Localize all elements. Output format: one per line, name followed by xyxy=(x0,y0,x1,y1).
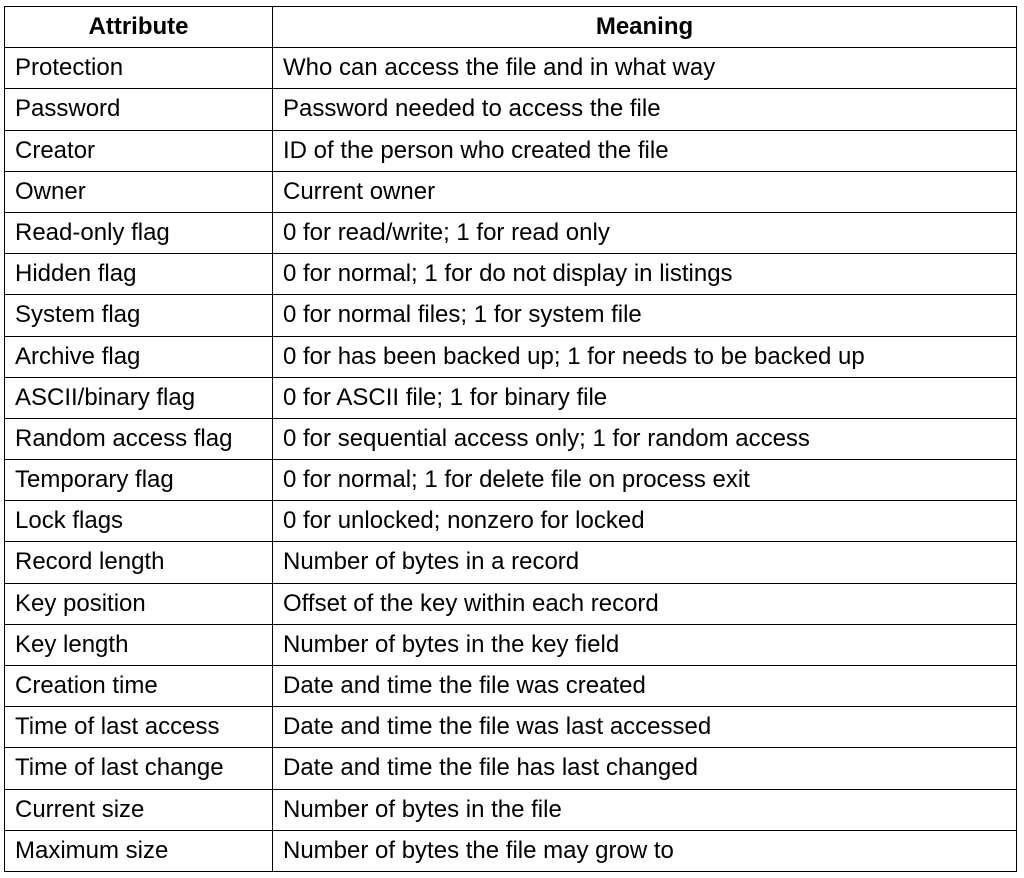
cell-meaning: Number of bytes in the key field xyxy=(273,624,1017,665)
cell-meaning: 0 for read/write; 1 for read only xyxy=(273,212,1017,253)
column-header-meaning: Meaning xyxy=(273,7,1017,48)
cell-attribute: Owner xyxy=(5,171,273,212)
cell-meaning: 0 for has been backed up; 1 for needs to… xyxy=(273,336,1017,377)
cell-meaning: 0 for normal; 1 for do not display in li… xyxy=(273,254,1017,295)
cell-attribute: Time of last change xyxy=(5,748,273,789)
table-row: Random access flag 0 for sequential acce… xyxy=(5,418,1017,459)
table-row: Key length Number of bytes in the key fi… xyxy=(5,624,1017,665)
table-row: Owner Current owner xyxy=(5,171,1017,212)
table-row: System flag 0 for normal files; 1 for sy… xyxy=(5,295,1017,336)
cell-meaning: Who can access the file and in what way xyxy=(273,48,1017,89)
cell-attribute: Random access flag xyxy=(5,418,273,459)
cell-attribute: Protection xyxy=(5,48,273,89)
table-row: Maximum size Number of bytes the file ma… xyxy=(5,830,1017,871)
table-row: Archive flag 0 for has been backed up; 1… xyxy=(5,336,1017,377)
table-row: Read-only flag 0 for read/write; 1 for r… xyxy=(5,212,1017,253)
table-row: Time of last change Date and time the fi… xyxy=(5,748,1017,789)
page-content: Attribute Meaning Protection Who can acc… xyxy=(0,0,1024,878)
cell-meaning: Number of bytes in the file xyxy=(273,789,1017,830)
cell-meaning: 0 for normal files; 1 for system file xyxy=(273,295,1017,336)
cell-attribute: Lock flags xyxy=(5,501,273,542)
table-row: Hidden flag 0 for normal; 1 for do not d… xyxy=(5,254,1017,295)
cell-meaning: 0 for sequential access only; 1 for rand… xyxy=(273,418,1017,459)
cell-attribute: ASCII/binary flag xyxy=(5,377,273,418)
table-header: Attribute Meaning xyxy=(5,7,1017,48)
cell-attribute: Hidden flag xyxy=(5,254,273,295)
cell-meaning: 0 for ASCII file; 1 for binary file xyxy=(273,377,1017,418)
table-row: Creation time Date and time the file was… xyxy=(5,666,1017,707)
cell-meaning: Offset of the key within each record xyxy=(273,583,1017,624)
table-row: Protection Who can access the file and i… xyxy=(5,48,1017,89)
cell-attribute: Archive flag xyxy=(5,336,273,377)
cell-attribute: Read-only flag xyxy=(5,212,273,253)
table-row: Current size Number of bytes in the file xyxy=(5,789,1017,830)
table-row: Creator ID of the person who created the… xyxy=(5,130,1017,171)
cell-meaning: Number of bytes in a record xyxy=(273,542,1017,583)
table-row: Record length Number of bytes in a recor… xyxy=(5,542,1017,583)
table-row: Lock flags 0 for unlocked; nonzero for l… xyxy=(5,501,1017,542)
table-row: Key position Offset of the key within ea… xyxy=(5,583,1017,624)
cell-attribute: Key position xyxy=(5,583,273,624)
cell-attribute: Temporary flag xyxy=(5,460,273,501)
cell-meaning: Password needed to access the file xyxy=(273,89,1017,130)
cell-attribute: Maximum size xyxy=(5,830,273,871)
cell-meaning: Date and time the file was created xyxy=(273,666,1017,707)
cell-meaning: 0 for normal; 1 for delete file on proce… xyxy=(273,460,1017,501)
cell-meaning: ID of the person who created the file xyxy=(273,130,1017,171)
cell-attribute: System flag xyxy=(5,295,273,336)
cell-meaning: 0 for unlocked; nonzero for locked xyxy=(273,501,1017,542)
cell-attribute: Key length xyxy=(5,624,273,665)
column-header-attribute: Attribute xyxy=(5,7,273,48)
cell-meaning: Date and time the file has last changed xyxy=(273,748,1017,789)
cell-attribute: Creator xyxy=(5,130,273,171)
file-attributes-table: Attribute Meaning Protection Who can acc… xyxy=(4,6,1017,872)
cell-attribute: Record length xyxy=(5,542,273,583)
cell-attribute: Current size xyxy=(5,789,273,830)
table-row: Temporary flag 0 for normal; 1 for delet… xyxy=(5,460,1017,501)
cell-attribute: Creation time xyxy=(5,666,273,707)
cell-attribute: Password xyxy=(5,89,273,130)
cell-attribute: Time of last access xyxy=(5,707,273,748)
table-row: Password Password needed to access the f… xyxy=(5,89,1017,130)
cell-meaning: Number of bytes the file may grow to xyxy=(273,830,1017,871)
table-row: ASCII/binary flag 0 for ASCII file; 1 fo… xyxy=(5,377,1017,418)
cell-meaning: Date and time the file was last accessed xyxy=(273,707,1017,748)
table-row: Time of last access Date and time the fi… xyxy=(5,707,1017,748)
table-body: Protection Who can access the file and i… xyxy=(5,48,1017,872)
cell-meaning: Current owner xyxy=(273,171,1017,212)
table-header-row: Attribute Meaning xyxy=(5,7,1017,48)
